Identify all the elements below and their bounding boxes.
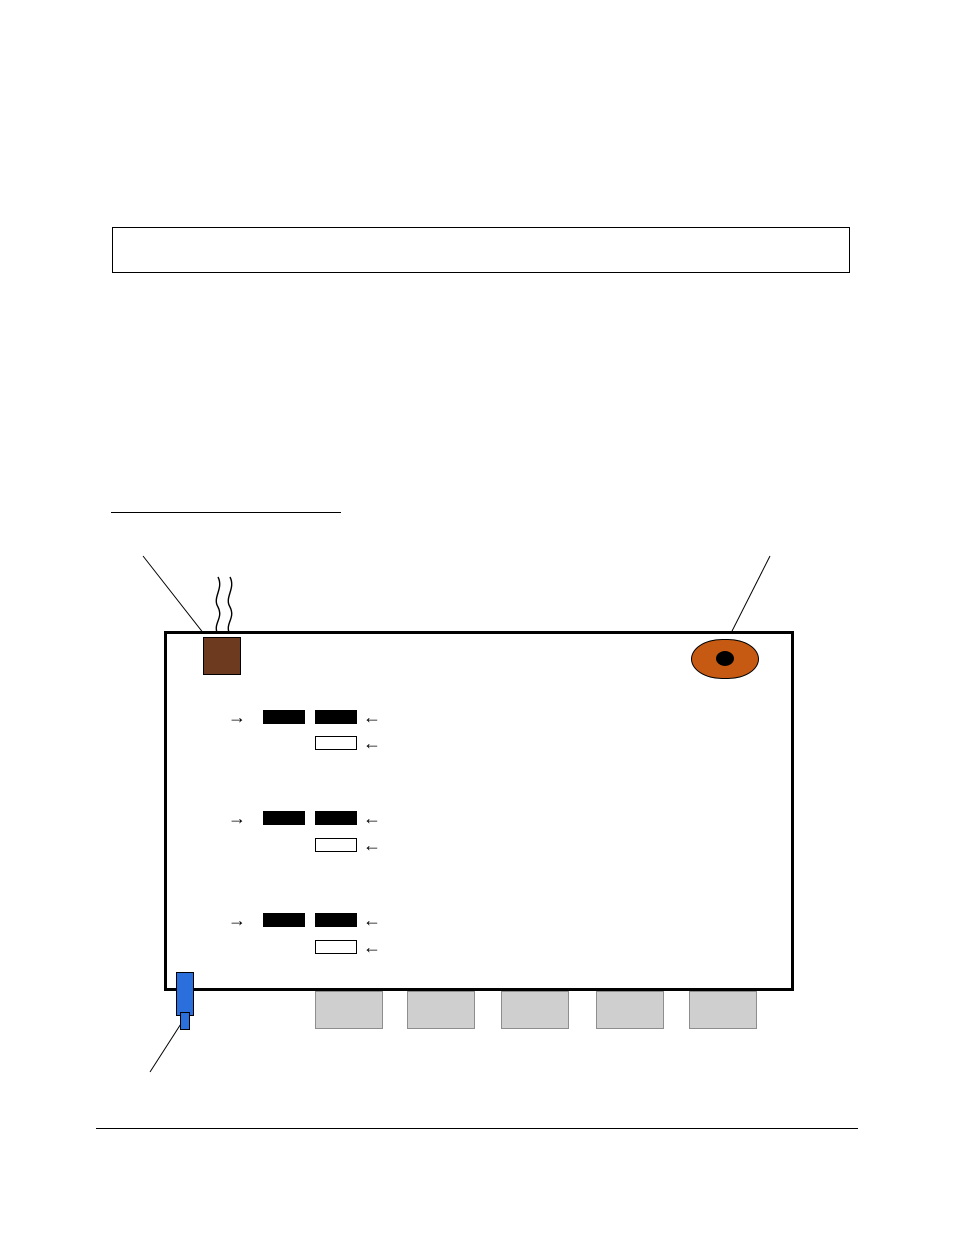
desk-icon (407, 991, 475, 1029)
arrow-right-icon: → (228, 910, 246, 931)
arrow-left-icon: ← (363, 733, 381, 754)
pointer-lines (0, 0, 954, 1235)
bar-filled (263, 913, 305, 927)
bar-open (315, 940, 357, 954)
arrow-left-icon: ← (363, 937, 381, 958)
door-icon (176, 972, 194, 1016)
bar-filled (315, 913, 357, 927)
door-handle (180, 1012, 190, 1030)
bar-open (315, 736, 357, 750)
bar-filled (263, 811, 305, 825)
room-outline (164, 631, 794, 991)
bar-filled (263, 710, 305, 724)
phone-receiver (716, 651, 734, 666)
arrow-right-icon: → (228, 808, 246, 829)
desk-icon (689, 991, 757, 1029)
arrow-left-icon: ← (363, 707, 381, 728)
arrow-left-icon: ← (363, 910, 381, 931)
bar-filled (315, 710, 357, 724)
bar-filled (315, 811, 357, 825)
arrow-right-icon: → (228, 707, 246, 728)
desk-icon (596, 991, 664, 1029)
bar-open (315, 838, 357, 852)
arrow-left-icon: ← (363, 808, 381, 829)
stove-icon (203, 637, 241, 675)
desk-icon (501, 991, 569, 1029)
desk-icon (315, 991, 383, 1029)
arrow-left-icon: ← (363, 835, 381, 856)
